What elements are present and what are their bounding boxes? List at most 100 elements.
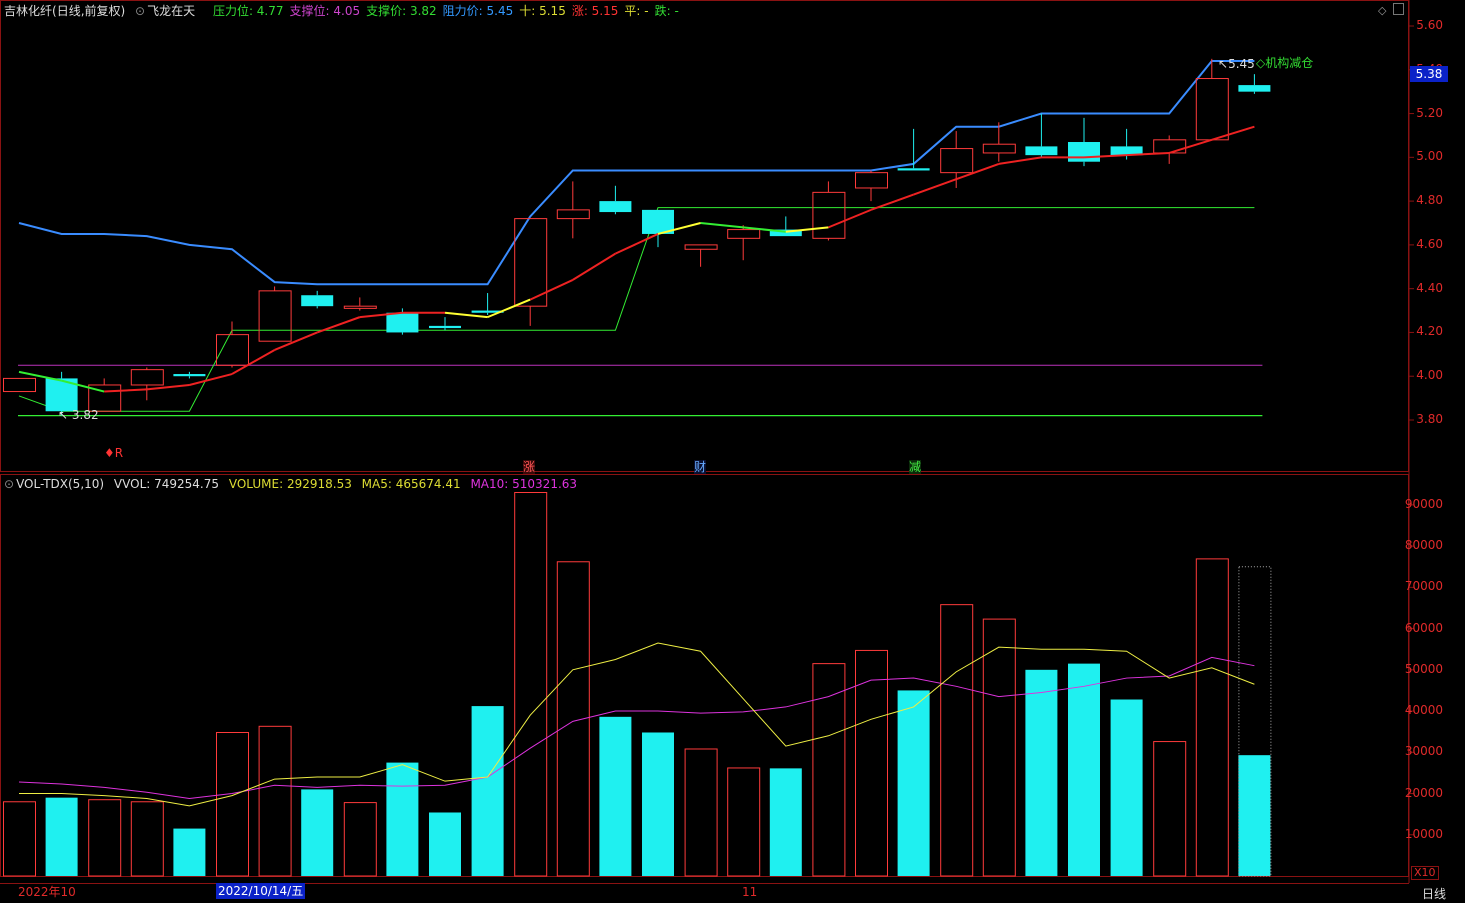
current-price-tag: 5.38: [1410, 66, 1448, 83]
price-tick-label: 4.60: [1416, 236, 1443, 251]
cai-marker[interactable]: 财: [694, 460, 707, 474]
volume-bar: [1195, 558, 1229, 877]
volume-bar: [471, 706, 504, 876]
volume-bar: [301, 789, 334, 876]
volume-header: ⊙ VOL-TDX(5,10) VVOL: 749254.75 VOLUME: 2…: [4, 476, 583, 492]
candle-body: [301, 295, 334, 307]
volume-value: VOLUME: 292918.53: [228, 477, 352, 491]
event-label[interactable]: ◇机构减仓: [1256, 56, 1313, 70]
indicator-toggle-icon[interactable]: ⊙: [135, 4, 145, 18]
ma-segment: [614, 233, 659, 255]
volume-bar: [88, 799, 122, 877]
volume-tick-label: 90000: [1404, 496, 1443, 511]
zhang-marker[interactable]: 涨: [523, 460, 536, 474]
volume-bar: [1068, 663, 1100, 876]
ma5-value: MA5: 465674.41: [361, 477, 461, 491]
high-price-label: ↖5.45: [1218, 57, 1255, 71]
ma-segment: [572, 252, 616, 281]
indicator-item-7: 跌: -: [654, 4, 679, 18]
indicator-item-2: 支撑价: 3.82: [366, 4, 437, 18]
vol-toggle-icon[interactable]: ⊙: [4, 477, 14, 491]
volume-bar: [216, 731, 249, 877]
indicator-item-4: 十: 5.15: [519, 4, 566, 18]
volume-tick-label: 50000: [1404, 661, 1443, 676]
candle-body: [855, 172, 888, 189]
r-marker[interactable]: ♦R: [104, 446, 123, 460]
window-toggle-icon[interactable]: [1393, 3, 1404, 15]
volume-tick-label: 60000: [1404, 620, 1443, 635]
price-tick-label: 4.40: [1416, 280, 1443, 295]
candle-body: [1195, 78, 1229, 141]
ma-segment: [104, 388, 147, 393]
volume-panel-frame: [0, 474, 1409, 877]
indicator-item-1: 支撑位: 4.05: [289, 4, 361, 18]
resistance-line: [18, 60, 1255, 286]
volume-unit-label: X10: [1411, 866, 1439, 880]
candle-body: [1025, 146, 1058, 156]
volume-bars[interactable]: [3, 491, 1272, 877]
candle-body: [897, 168, 930, 171]
ma-segment: [444, 311, 488, 319]
stock-title[interactable]: 吉林化纤: [4, 4, 52, 18]
volume-bar: [45, 797, 78, 876]
volume-tick-label: 70000: [1404, 579, 1443, 594]
volume-bar: [343, 802, 377, 877]
volume-bar: [514, 491, 548, 877]
indicator-item-6: 平: -: [624, 4, 649, 18]
date-label-oct: 2022年10: [18, 885, 76, 899]
r-marker-text: R: [114, 446, 124, 460]
date-axis-line: [0, 883, 1409, 884]
volume-tick-label: 10000: [1404, 826, 1443, 841]
candle-body: [3, 377, 36, 393]
price-chart-svg[interactable]: [0, 0, 1465, 903]
ma-segment: [529, 279, 574, 301]
period-button[interactable]: 日线: [1422, 885, 1446, 902]
volume-bar: [1025, 669, 1058, 876]
volume-bar: [642, 732, 674, 876]
volume-bar: [982, 618, 1016, 877]
indicator-item-0: 压力位: 4.77: [212, 4, 284, 18]
price-tick-label: 5.60: [1416, 18, 1443, 32]
volume-bar: [769, 768, 802, 876]
jian-marker[interactable]: 减: [909, 460, 922, 474]
candle-body: [1153, 139, 1187, 154]
candle-body: [982, 143, 1016, 154]
volume-tick-label: 40000: [1404, 703, 1443, 718]
indicator-item-3: 阻力价: 5.45: [442, 4, 514, 18]
ma-segment: [487, 298, 531, 319]
candle-body: [343, 305, 377, 309]
ma-segment: [146, 383, 190, 391]
ma-segment: [828, 208, 872, 229]
price-panel-frame: [0, 0, 1409, 472]
price-header: 吉林化纤(日线,前复权) ⊙ 飞龙在天 压力位: 4.77 支撑位: 4.05 支撑价…: [4, 3, 691, 19]
candle-body: [727, 229, 761, 239]
candle-body: [684, 244, 718, 250]
volume-bar: [429, 812, 461, 876]
ma-segment: [1211, 125, 1255, 141]
candle-body: [599, 201, 632, 213]
diamond-icon[interactable]: ◇: [1378, 4, 1386, 17]
ma-line: [18, 125, 1255, 393]
ma-segment: [1168, 138, 1213, 154]
candle-body: [173, 374, 206, 377]
candle-body: [1068, 142, 1100, 162]
candle-body: [1238, 85, 1271, 92]
indicator-name[interactable]: 飞龙在天: [147, 4, 195, 18]
vol-indicator-name[interactable]: VOL-TDX(5,10): [16, 477, 104, 491]
volume-bar: [3, 801, 36, 877]
resist-path: [18, 60, 1255, 286]
price-tick-label: 5.00: [1416, 149, 1443, 164]
high-price-value: 5.45: [1228, 57, 1255, 71]
chart-stage[interactable]: 吉林化纤(日线,前复权) ⊙ 飞龙在天 压力位: 4.77 支撑位: 4.05 支撑价…: [0, 0, 1465, 903]
volume-bar: [1110, 699, 1143, 876]
price-tick-label: 4.80: [1416, 193, 1443, 208]
candlesticks[interactable]: [3, 58, 1271, 416]
date-label-nov: 11: [742, 885, 758, 899]
ma-segment: [700, 222, 744, 229]
volume-bar: [386, 762, 419, 876]
ma-segment: [998, 156, 1042, 165]
volume-bar: [812, 663, 846, 877]
price-tick-label: 3.80: [1416, 412, 1443, 426]
volume-bar: [727, 767, 761, 877]
ma10-value: MA10: 510321.63: [470, 477, 578, 491]
